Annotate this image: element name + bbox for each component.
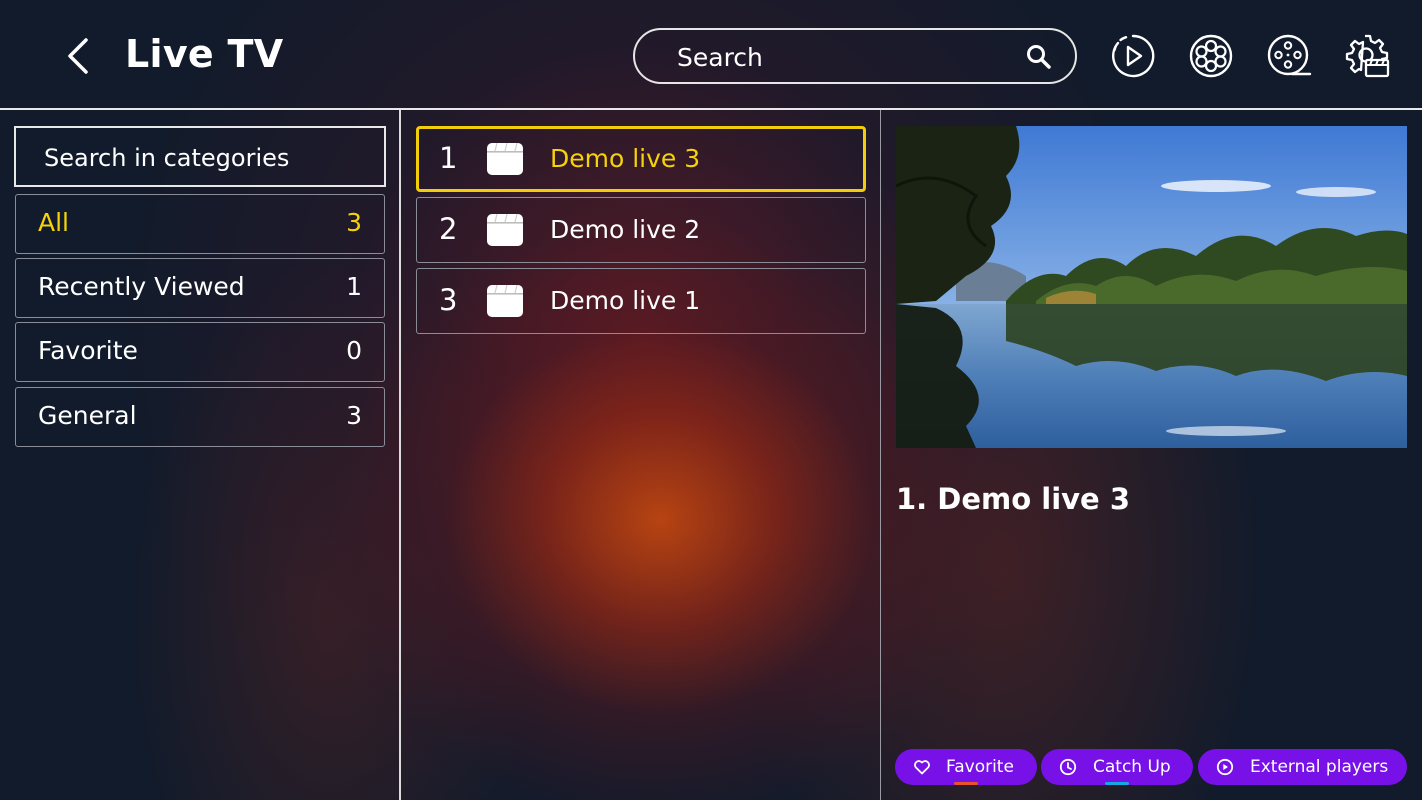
column-divider	[880, 110, 881, 800]
external-players-button-label: External players	[1250, 757, 1389, 777]
focus-underline	[1105, 782, 1129, 785]
search-icon[interactable]	[1025, 43, 1053, 71]
header-bar: Live TV	[0, 0, 1422, 110]
back-icon[interactable]	[62, 36, 94, 76]
search-input[interactable]	[677, 38, 1007, 76]
channel-number: 1	[439, 141, 458, 175]
category-item-favorite[interactable]: Favorite 0	[15, 322, 385, 382]
now-playing-title: 1. Demo live 3	[896, 482, 1130, 516]
category-count: 3	[346, 401, 362, 430]
settings-icon[interactable]	[1345, 33, 1391, 79]
category-label: All	[38, 208, 69, 237]
category-item-all[interactable]: All 3	[15, 194, 385, 254]
channel-name: Demo live 2	[550, 215, 701, 244]
clapperboard-icon	[487, 285, 523, 317]
channel-name: Demo live 1	[550, 286, 701, 315]
favorite-button-label: Favorite	[946, 757, 1014, 777]
external-players-button[interactable]: External players	[1198, 749, 1407, 785]
clapperboard-icon	[487, 214, 523, 246]
category-item-general[interactable]: General 3	[15, 387, 385, 447]
clock-icon	[1059, 758, 1077, 776]
category-count: 0	[346, 336, 362, 365]
video-preview[interactable]	[896, 126, 1407, 448]
clapperboard-icon	[487, 143, 523, 175]
favorite-button[interactable]: Favorite	[895, 749, 1037, 785]
film-reel-icon[interactable]	[1188, 33, 1234, 79]
catch-up-button-label: Catch Up	[1093, 757, 1171, 777]
category-item-recently-viewed[interactable]: Recently Viewed 1	[15, 258, 385, 318]
category-count: 1	[346, 272, 362, 301]
category-search-box[interactable]	[14, 126, 386, 187]
channel-item[interactable]: 1 Demo live 3	[416, 126, 866, 192]
play-circle-icon	[1216, 758, 1234, 776]
page-title: Live TV	[125, 32, 284, 76]
category-label: General	[38, 401, 137, 430]
category-search-input[interactable]	[44, 138, 364, 178]
category-label: Recently Viewed	[38, 272, 245, 301]
category-label: Favorite	[38, 336, 138, 365]
channel-name: Demo live 3	[550, 144, 701, 173]
column-divider	[399, 110, 401, 800]
catch-up-button[interactable]: Catch Up	[1041, 749, 1193, 785]
search-box[interactable]	[633, 28, 1077, 84]
channel-number: 2	[439, 212, 458, 246]
channel-item[interactable]: 3 Demo live 1	[416, 268, 866, 334]
focus-underline	[954, 782, 978, 785]
heart-icon	[914, 760, 930, 775]
movie-reel-icon[interactable]	[1266, 33, 1312, 79]
lake-landscape-image	[896, 126, 1407, 448]
category-count: 3	[346, 208, 362, 237]
channel-item[interactable]: 2 Demo live 2	[416, 197, 866, 263]
channel-number: 3	[439, 283, 458, 317]
play-circle-icon[interactable]	[1110, 33, 1156, 79]
